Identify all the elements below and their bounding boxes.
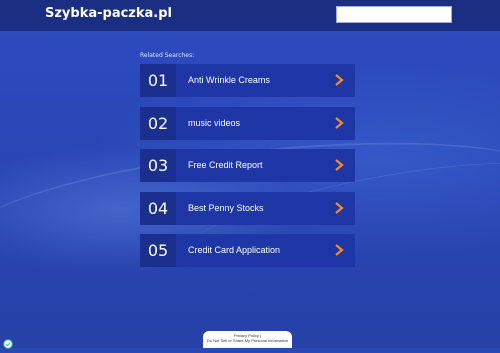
related-search-item[interactable]: 02 music videos (140, 107, 355, 140)
site-title[interactable]: Szybka-paczka.pl (45, 6, 172, 21)
related-search-item[interactable]: 01 Anti Wrinkle Creams (140, 64, 355, 97)
item-number: 02 (140, 107, 176, 140)
related-search-item[interactable]: 03 Free Credit Report (140, 149, 355, 182)
chevron-right-icon (333, 159, 345, 171)
item-label: Anti Wrinkle Creams (188, 75, 270, 85)
item-number: 01 (140, 64, 176, 97)
related-searches-heading: Related Searches: (140, 52, 195, 59)
item-number: 04 (140, 192, 176, 225)
search-input[interactable] (336, 6, 452, 23)
chevron-right-icon (333, 117, 345, 129)
item-label: Free Credit Report (188, 160, 263, 170)
privacy-consent-box: Privacy Policy | Do Not Sell or Share My… (203, 331, 292, 348)
related-search-item[interactable]: 05 Credit Card Application (140, 234, 355, 267)
related-search-item[interactable]: 04 Best Penny Stocks (140, 192, 355, 225)
item-number: 05 (140, 234, 176, 267)
chevron-right-icon (333, 244, 345, 256)
item-label: music videos (188, 118, 241, 128)
item-number: 03 (140, 149, 176, 182)
item-label: Credit Card Application (188, 245, 281, 255)
item-label: Best Penny Stocks (188, 203, 264, 213)
privacy-shield-icon[interactable] (3, 334, 13, 349)
chevron-right-icon (333, 74, 345, 86)
top-bar: Szybka-paczka.pl (0, 0, 500, 31)
chevron-right-icon (333, 202, 345, 214)
do-not-sell-link[interactable]: Do Not Sell or Share My Personal Informa… (203, 338, 292, 343)
